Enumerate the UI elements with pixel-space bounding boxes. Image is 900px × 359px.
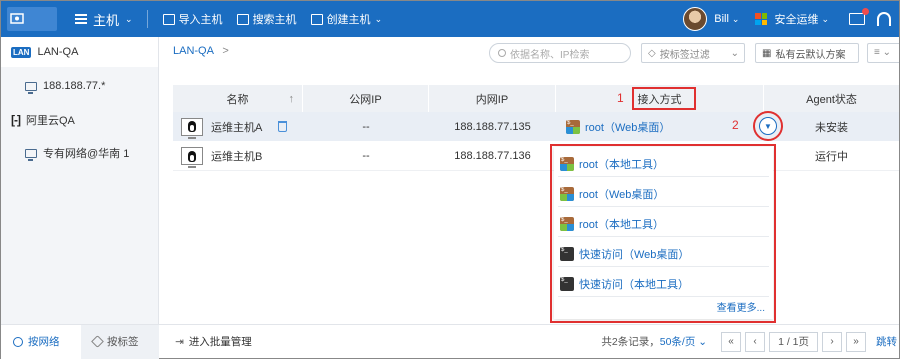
chevron-down-icon: ⌄ xyxy=(730,47,739,59)
footer: 按网络 按标签 ⇥ 进入批量管理 共2条记录， 50条/页 ⌄ « ‹ 1 / … xyxy=(1,324,899,359)
ops-menu[interactable]: 安全运维 ⌄ xyxy=(747,11,837,27)
annotation-number-1: 1 xyxy=(617,91,624,105)
create-icon xyxy=(310,13,323,25)
chevron-down-icon: ▼ xyxy=(764,121,772,131)
import-host-button[interactable]: 导入主机 xyxy=(156,11,230,27)
first-page-button[interactable]: « xyxy=(721,331,742,352)
chevron-down-icon: ⌄ xyxy=(821,13,829,24)
lan-icon: LAN xyxy=(11,46,32,58)
sidebar-item-aliyun-qa[interactable]: [-] 阿里云QA xyxy=(11,112,75,128)
menu-icon xyxy=(75,14,87,24)
chevron-down-icon: ⌄ xyxy=(374,13,383,24)
logo[interactable] xyxy=(1,1,69,37)
scheme-select[interactable]: ▦ 私有云默认方案 xyxy=(755,43,859,63)
column-name[interactable]: 名称 ↑ xyxy=(173,85,303,112)
column-private-ip: 内网IP xyxy=(429,85,556,112)
sort-button[interactable]: ≡ ⌄ xyxy=(867,43,899,63)
jump-button[interactable]: 跳转 xyxy=(876,334,897,349)
monitor-icon xyxy=(25,81,37,94)
batch-manage-link[interactable]: ⇥ 进入批量管理 xyxy=(175,334,252,349)
linux-host-icon xyxy=(181,147,203,168)
page-size-select[interactable]: 50条/页 ⌄ xyxy=(660,334,707,349)
current-page: 1 / 1页 xyxy=(769,331,818,352)
top-bar: 主机 ⌄ 导入主机 搜索主机 创建主机 ⌄ Bill ⌄ 安全运维 ⌄ xyxy=(1,1,899,37)
search-input[interactable]: 依据名称、IP检索 xyxy=(489,43,631,63)
monitor-icon xyxy=(25,148,37,161)
column-agent-status: Agent状态 xyxy=(806,93,857,106)
search-host-icon xyxy=(236,13,249,25)
sidebar-item-lan-qa[interactable]: LAN LAN-QA xyxy=(1,37,158,67)
pagination: 共2条记录， 50条/页 ⌄ « ‹ 1 / 1页 › » 跳转 xyxy=(601,331,899,352)
next-page-button[interactable]: › xyxy=(822,331,842,352)
breadcrumb[interactable]: LAN-QA > xyxy=(173,45,229,57)
create-host-button[interactable]: 创建主机 ⌄ xyxy=(304,11,390,27)
tag-icon xyxy=(91,335,104,348)
tag-icon: ◇ xyxy=(648,47,656,59)
tag-filter-select[interactable]: ◇ 按标签过滤 ⌄ xyxy=(641,43,745,63)
last-page-button[interactable]: » xyxy=(846,331,866,352)
table-row[interactable]: 运维主机B -- 188.188.77.136 运行中 xyxy=(173,142,899,171)
host-menu-button[interactable]: 主机 ⌄ xyxy=(69,10,139,29)
import-icon xyxy=(162,13,175,25)
support-icon[interactable] xyxy=(877,12,891,26)
expand-access-button[interactable]: ▼ xyxy=(759,117,777,135)
aliyun-icon: [-] xyxy=(11,113,21,127)
chevron-down-icon: ⌄ xyxy=(731,13,740,24)
enter-icon: ⇥ xyxy=(175,335,184,348)
grid-icon: ▦ xyxy=(762,47,772,59)
sort-up-icon[interactable]: ↑ xyxy=(289,93,295,105)
chevron-down-icon: ⌄ xyxy=(125,13,133,24)
avatar xyxy=(683,7,708,31)
sidebar: LAN LAN-QA 188.188.77.* [-] 阿里云QA 专有网络@华… xyxy=(1,37,159,324)
table-row[interactable]: 运维主机A -- 188.188.77.135 $_ root（Web桌面） 未… xyxy=(173,112,899,141)
list-icon: ≡ ⌄ xyxy=(874,47,891,58)
search-icon xyxy=(498,49,506,57)
mail-icon[interactable] xyxy=(849,8,869,25)
tab-by-network[interactable]: 按网络 xyxy=(1,324,81,359)
ssh-icon: $_ xyxy=(566,119,580,134)
column-public-ip: 公网IP xyxy=(303,85,429,112)
sidebar-item-subnet[interactable]: 188.188.77.* xyxy=(25,80,105,94)
trash-icon[interactable] xyxy=(278,121,288,132)
tab-by-tag[interactable]: 按标签 xyxy=(81,324,159,359)
user-menu[interactable]: Bill ⌄ xyxy=(675,7,747,31)
annotation-box-access-header xyxy=(632,87,696,110)
apps-icon xyxy=(755,13,768,25)
prev-page-button[interactable]: ‹ xyxy=(745,331,766,352)
sidebar-item-vpc[interactable]: 专有网络@华南 1 xyxy=(25,145,129,161)
annotation-box-dropdown xyxy=(550,144,776,323)
search-host-button[interactable]: 搜索主机 xyxy=(230,11,304,27)
annotation-number-2: 2 xyxy=(732,118,739,132)
linux-host-icon xyxy=(181,117,203,139)
table-header: 名称 ↑ 公网IP 内网IP 接入方式 Agent状态 xyxy=(173,85,899,112)
globe-icon xyxy=(13,336,23,347)
